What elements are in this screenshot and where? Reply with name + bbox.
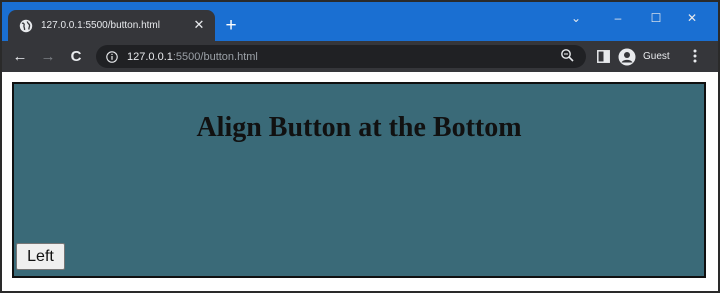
url-host: 127.0.0.1 — [127, 50, 173, 63]
url-path: :5500/button.html — [172, 50, 258, 63]
browser-tab[interactable]: 127.0.0.1:5500/button.html ✕ — [8, 10, 215, 41]
close-window-button[interactable]: ✕ — [678, 8, 706, 28]
kebab-menu-icon[interactable] — [690, 48, 700, 64]
minimize-button[interactable]: – — [604, 8, 632, 28]
content-container: Align Button at the Bottom Left — [12, 82, 706, 278]
avatar-icon — [618, 48, 636, 65]
left-button[interactable]: Left — [16, 243, 65, 270]
profile-label: Guest — [643, 51, 670, 62]
profile-button[interactable]: Guest — [618, 46, 682, 67]
address-bar[interactable]: 127.0.0.1:5500/button.html — [96, 45, 586, 68]
globe-icon — [19, 19, 33, 32]
back-button[interactable]: ← — [10, 47, 30, 67]
title-bar: 127.0.0.1:5500/button.html ✕ + ⌄ – ☐ ✕ — [2, 2, 718, 41]
browser-window: 127.0.0.1:5500/button.html ✕ + ⌄ – ☐ ✕ ←… — [2, 2, 718, 291]
maximize-button[interactable]: ☐ — [642, 8, 670, 28]
tab-title: 127.0.0.1:5500/button.html — [41, 20, 160, 31]
reload-button[interactable]: C — [66, 47, 86, 67]
page-title: Align Button at the Bottom — [196, 112, 522, 143]
tab-close-icon[interactable]: ✕ — [192, 18, 206, 32]
page-viewport: Align Button at the Bottom Left — [2, 72, 718, 291]
forward-button[interactable]: → — [38, 47, 58, 67]
zoom-icon[interactable] — [560, 48, 575, 63]
tab-search-dropdown-icon[interactable]: ⌄ — [562, 8, 590, 28]
side-panel-icon[interactable] — [597, 50, 610, 63]
new-tab-button[interactable]: + — [222, 16, 240, 35]
url-text[interactable]: 127.0.0.1:5500/button.html — [127, 51, 258, 63]
info-icon[interactable] — [106, 50, 118, 63]
browser-toolbar: ← → C 127.0.0.1:5500/button.html Guest — [2, 41, 718, 72]
